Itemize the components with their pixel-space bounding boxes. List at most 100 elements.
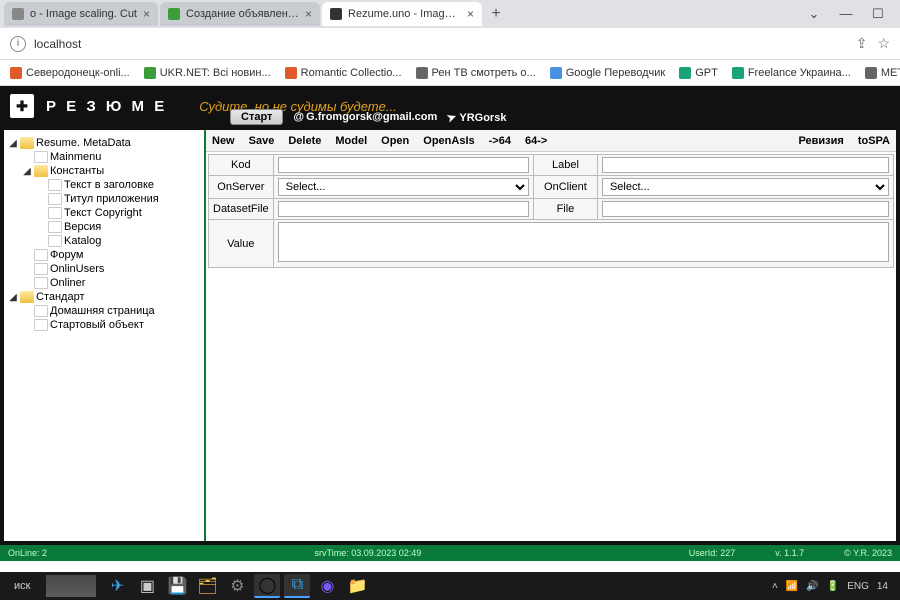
address-bar: i localhost ⇪ ☆	[0, 28, 900, 60]
terminal-icon[interactable]: ▣	[134, 574, 160, 598]
kod-input[interactable]	[278, 157, 529, 173]
tray-wifi-icon[interactable]: 📶	[786, 581, 798, 592]
open-button[interactable]: Open	[381, 135, 409, 147]
bookmark-icon	[732, 67, 744, 79]
tray-volume-icon[interactable]: 🔊	[806, 581, 818, 592]
datasetfile-input[interactable]	[278, 201, 529, 217]
bookmark-item[interactable]: Северодонецк-onli...	[10, 67, 130, 79]
folder-icon[interactable]: 📁	[344, 574, 370, 598]
status-copyright: © Y.R. 2023	[844, 548, 892, 558]
to64-button[interactable]: ->64	[489, 135, 511, 147]
tree-node[interactable]: ◢Стандарт	[8, 290, 200, 304]
bookmark-item[interactable]: GPT	[679, 67, 718, 79]
tor-icon[interactable]: ◉	[314, 574, 340, 598]
telegram-link[interactable]: ➤ YRGorsk	[447, 111, 506, 124]
tree-node[interactable]: Форум	[8, 248, 200, 262]
chrome-icon[interactable]: ◯	[254, 574, 280, 598]
favicon-icon	[330, 8, 342, 20]
bookmark-item[interactable]: METANIT.COM - Са...	[865, 67, 900, 79]
file-icon	[34, 319, 48, 331]
tospa-button[interactable]: toSPA	[858, 135, 890, 147]
main-panel: New Save Delete Model Open OpenAsIs ->64…	[204, 130, 896, 541]
file-icon	[48, 179, 62, 191]
bookmark-icon	[10, 67, 22, 79]
browser-tab[interactable]: o - Image scaling. Cut ×	[4, 2, 158, 26]
bookmark-icon	[865, 67, 877, 79]
taskbar-widget-icon[interactable]	[46, 575, 96, 597]
tree-node[interactable]: OnlinUsers	[8, 262, 200, 276]
bookmark-item[interactable]: Google Переводчик	[550, 67, 666, 79]
status-srvtime: srvTime: 03.09.2023 02:49	[87, 548, 649, 558]
email-link[interactable]: @G.fromgorsk@gmail.com	[293, 111, 437, 123]
delete-button[interactable]: Delete	[288, 135, 321, 147]
new-button[interactable]: New	[212, 135, 235, 147]
tab-label: Создание объявления об услуг	[186, 8, 299, 20]
tree-node[interactable]: Mainmenu	[8, 150, 200, 164]
close-icon[interactable]: ×	[467, 7, 474, 21]
tree-node-root[interactable]: ◢Resume. MetaData	[8, 136, 200, 150]
onserver-select[interactable]: Select...	[278, 178, 529, 196]
maximize-icon[interactable]: ☐	[868, 6, 888, 22]
app-container: ✚ Р Е З Ю М Е Судите, но не судимы будет…	[0, 86, 900, 561]
status-userid: UserId: 227	[689, 548, 736, 558]
main-toolbar: New Save Delete Model Open OpenAsIs ->64…	[206, 130, 896, 152]
vscode-icon[interactable]: ⧉	[284, 574, 310, 598]
app-status-bar: OnLine: 2 srvTime: 03.09.2023 02:49 User…	[0, 545, 900, 561]
datasetfile-label: DatasetFile	[209, 199, 274, 220]
system-tray: ˄ 📶 🔊 🔋 ENG 14	[772, 581, 894, 592]
bookmark-item[interactable]: Romantic Collectio...	[285, 67, 402, 79]
value-label: Value	[209, 220, 274, 268]
label-input[interactable]	[602, 157, 889, 173]
revision-button[interactable]: Ревизия	[798, 135, 843, 147]
tree-node[interactable]: Версия	[8, 220, 200, 234]
tree-node[interactable]: Текст в заголовке	[8, 178, 200, 192]
onclient-label: OnClient	[533, 176, 597, 199]
app-subheader: Старт @G.fromgorsk@gmail.com ➤ YRGorsk	[0, 108, 900, 126]
favicon-icon	[168, 8, 180, 20]
browser-tab[interactable]: Создание объявления об услуг ×	[160, 2, 320, 26]
file-icon	[48, 221, 62, 233]
url-field[interactable]: localhost	[34, 37, 848, 51]
save-button[interactable]: Save	[249, 135, 275, 147]
telegram-icon[interactable]: ✈	[104, 574, 130, 598]
browser-tab-active[interactable]: Rezume.uno - Image scaling. Cut ×	[322, 2, 482, 26]
star-icon[interactable]: ☆	[877, 35, 890, 52]
tray-chevron-icon[interactable]: ˄	[772, 581, 778, 592]
model-button[interactable]: Model	[335, 135, 367, 147]
minimize-icon[interactable]: —	[836, 6, 856, 22]
kod-label: Kod	[209, 155, 274, 176]
value-textarea[interactable]	[278, 222, 889, 262]
tray-lang[interactable]: ENG	[847, 581, 869, 592]
new-tab-button[interactable]: +	[484, 2, 508, 26]
close-icon[interactable]: ×	[305, 7, 312, 21]
file-input[interactable]	[602, 201, 889, 217]
site-info-icon[interactable]: i	[10, 36, 26, 52]
tree-node[interactable]: Домашняя страница	[8, 304, 200, 318]
openasis-button[interactable]: OpenAsIs	[423, 135, 474, 147]
from64-button[interactable]: 64->	[525, 135, 547, 147]
folder-icon	[20, 291, 34, 303]
onclient-select[interactable]: Select...	[602, 178, 889, 196]
file-icon	[48, 235, 62, 247]
close-icon[interactable]: ×	[143, 7, 150, 21]
file-icon	[48, 193, 62, 205]
tree-node[interactable]: Титул приложения	[8, 192, 200, 206]
tray-battery-icon[interactable]: 🔋	[827, 581, 839, 592]
tree-node[interactable]: Katalog	[8, 234, 200, 248]
tree-node[interactable]: Текст Copyright	[8, 206, 200, 220]
tree-node[interactable]: Onliner	[8, 276, 200, 290]
bookmark-item[interactable]: UKR.NET: Всі новин...	[144, 67, 271, 79]
start-button[interactable]: Старт	[230, 109, 283, 125]
nav-tree: ◢Resume. MetaData Mainmenu ◢Константы Те…	[4, 130, 204, 541]
bookmark-item[interactable]: Рен ТВ смотреть о...	[416, 67, 536, 79]
save-disk-icon[interactable]: 💾	[164, 574, 190, 598]
share-icon[interactable]: ⇪	[856, 35, 868, 52]
tree-node[interactable]: ◢Константы	[8, 164, 200, 178]
bookmark-item[interactable]: Freelance Украина...	[732, 67, 851, 79]
tree-node[interactable]: Стартовый объект	[8, 318, 200, 332]
settings-icon[interactable]: ⚙	[224, 574, 250, 598]
taskbar-search[interactable]: иск	[6, 580, 38, 592]
tray-time[interactable]: 14	[877, 581, 888, 592]
chevron-down-icon[interactable]: ⌄	[804, 6, 824, 22]
explorer-icon[interactable]: 🗂	[194, 574, 220, 598]
